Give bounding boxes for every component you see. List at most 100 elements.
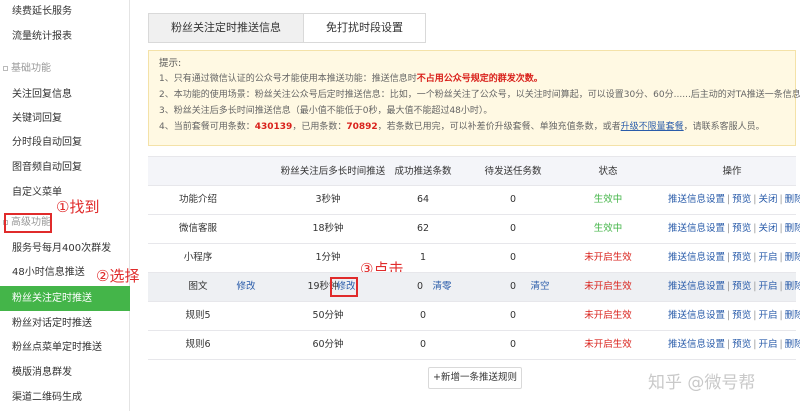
header-pending-tasks: 待发送任务数 xyxy=(484,166,542,177)
push-delay: 1分钟 xyxy=(315,252,341,263)
preview-link[interactable]: 预览 xyxy=(732,281,751,292)
pending-count: 0 xyxy=(509,281,517,292)
push-settings-link[interactable]: 推送信息设置 xyxy=(668,194,725,205)
advanced-highlight-box xyxy=(4,213,52,233)
delete-link[interactable]: 删除 xyxy=(785,223,800,234)
notice-line-1: 1、只有通过微信认证的公众号才能使用本推送功能：推送信息时不占用公众号规定的群发… xyxy=(159,71,785,87)
header-success-count: 成功推送条数 xyxy=(394,166,452,177)
sidebar-group-basic: 基础功能 xyxy=(3,60,51,78)
table-row: 小程序 1分钟 1 0 未开启生效 推送信息设置 | 预览 | 开启 | 删除 xyxy=(148,244,800,273)
table-row: 规则5 50分钟 0 0 未开启生效 推送信息设置 | 预览 | 开启 | 删除 xyxy=(148,302,800,331)
sidebar-item-follow-reply[interactable]: 关注回复信息 xyxy=(12,86,72,104)
success-count: 62 xyxy=(416,223,430,234)
push-settings-link[interactable]: 推送信息设置 xyxy=(668,310,725,321)
add-push-rule-button[interactable]: +新增一条推送规则 xyxy=(428,367,522,389)
sidebar-item-keyword-reply[interactable]: 关键词回复 xyxy=(12,110,62,128)
delete-link[interactable]: 删除 xyxy=(785,194,800,205)
available-count: 430139 xyxy=(254,122,293,132)
pending-count: 0 xyxy=(509,310,517,321)
rule-name: 图文 xyxy=(188,281,208,292)
push-settings-link[interactable]: 推送信息设置 xyxy=(668,339,725,350)
row-actions: 推送信息设置 | 预览 | 关闭 | 删除 xyxy=(668,215,800,243)
sidebar-item-monthly-broadcast[interactable]: 服务号每月400次群发 xyxy=(12,240,111,258)
preview-link[interactable]: 预览 xyxy=(732,252,751,263)
sidebar-item-follow-timed-push-label: 粉丝关注定时推送 xyxy=(12,293,92,304)
status-badge: 未开启生效 xyxy=(584,252,632,263)
status-badge: 未开启生效 xyxy=(584,310,632,321)
toggle-link[interactable]: 开启 xyxy=(758,281,777,292)
tab-do-not-disturb[interactable]: 免打扰时段设置 xyxy=(304,13,426,43)
sidebar-item-channel-qrcode[interactable]: 渠道二维码生成 xyxy=(12,389,82,407)
reset-success-link[interactable]: 清零 xyxy=(428,273,456,301)
clear-pending-link[interactable]: 清空 xyxy=(526,273,554,301)
notice-line-4-d: ，请联系客服人员。 xyxy=(683,122,765,132)
pending-count: 0 xyxy=(509,194,517,205)
notice-line-4-c: ，若条数已用完，可以补差价升级套餐、单独充值条数，或者 xyxy=(377,122,621,132)
toggle-link[interactable]: 开启 xyxy=(758,339,777,350)
table-row: 图文 修改 19秒钟 修改 0 清零 0 清空 未开启生效 推送信息设置 | 预览 |… xyxy=(148,273,800,302)
sidebar-item-follow-timed-push[interactable]: 粉丝关注定时推送 xyxy=(0,286,130,311)
push-delay: 3秒钟 xyxy=(315,194,341,205)
edit-name-link[interactable]: 修改 xyxy=(232,273,260,301)
delete-link[interactable]: 删除 xyxy=(785,281,800,292)
sidebar-item-traffic-report[interactable]: 流量统计报表 xyxy=(12,28,72,46)
success-count: 64 xyxy=(416,194,430,205)
push-settings-link[interactable]: 推送信息设置 xyxy=(668,281,725,292)
toggle-link[interactable]: 关闭 xyxy=(758,194,777,205)
delete-link[interactable]: 删除 xyxy=(785,252,800,263)
sidebar-group-basic-label: 基础功能 xyxy=(11,63,51,74)
tab-bar: 粉丝关注定时推送信息 免打扰时段设置 xyxy=(148,13,426,43)
push-settings-link[interactable]: 推送信息设置 xyxy=(668,223,725,234)
delete-link[interactable]: 删除 xyxy=(785,339,800,350)
table-row: 微信客服 18秒钟 62 0 生效中 推送信息设置 | 预览 | 关闭 | 删除 xyxy=(148,215,800,244)
row-actions: 推送信息设置 | 预览 | 关闭 | 删除 xyxy=(668,186,800,214)
tab-follow-push-info[interactable]: 粉丝关注定时推送信息 xyxy=(148,13,304,43)
status-badge: 生效中 xyxy=(593,194,623,205)
edit-highlight-box xyxy=(330,277,358,297)
upgrade-unlimited-link[interactable]: 升级不限量套餐 xyxy=(621,122,684,132)
push-delay: 50分钟 xyxy=(312,310,344,321)
delete-link[interactable]: 删除 xyxy=(785,310,800,321)
toggle-link[interactable]: 关闭 xyxy=(758,223,777,234)
status-badge: 未开启生效 xyxy=(584,281,632,292)
annotation-find: ①找到 xyxy=(56,198,100,216)
notice-line-2: 2、本功能的使用场景：粉丝关注公众号后定时推送信息：比如，一个粉丝关注了公众号，… xyxy=(159,90,800,100)
toggle-link[interactable]: 开启 xyxy=(758,252,777,263)
notice-line-4: 4、当前套餐可用条数：430139，已用条数：70892，若条数已用完，可以补差… xyxy=(159,119,785,135)
preview-link[interactable]: 预览 xyxy=(732,339,751,350)
sidebar-item-media-reply[interactable]: 图音频自动回复 xyxy=(12,159,82,177)
sidebar-item-48h-push[interactable]: 48小时信息推送 xyxy=(12,264,85,282)
success-count: 0 xyxy=(416,281,424,292)
sidebar-item-template-broadcast[interactable]: 模版消息群发 xyxy=(12,364,72,382)
success-count: 0 xyxy=(419,339,427,350)
sidebar-item-chat-timed-push[interactable]: 粉丝对话定时推送 xyxy=(12,315,92,333)
notice-title: 提示: xyxy=(159,58,182,69)
push-delay: 18秒钟 xyxy=(312,223,344,234)
row-actions: 推送信息设置 | 预览 | 开启 | 删除 xyxy=(668,244,800,272)
table-row: 功能介绍 3秒钟 64 0 生效中 推送信息设置 | 预览 | 关闭 | 删除 xyxy=(148,186,800,215)
push-rules-table: 粉丝关注后多长时间推送 成功推送条数 待发送任务数 状态 操作 功能介绍 3秒钟… xyxy=(148,156,800,360)
sidebar-item-menu-timed-push[interactable]: 粉丝点菜单定时推送 xyxy=(12,339,102,357)
sidebar-item-custom-menu[interactable]: 自定义菜单 xyxy=(12,184,62,202)
notice-line-4-b: ，已用条数： xyxy=(292,122,347,132)
success-count: 1 xyxy=(419,252,427,263)
notice-line-1-emphasis: 不占用公众号规定的群发次数。 xyxy=(416,74,543,84)
notice-line-3: 3、粉丝关注后多长时间推送信息（最小值不能低于0秒，最大值不能超过48小时）。 xyxy=(159,106,493,116)
rule-name: 小程序 xyxy=(183,252,213,263)
sidebar-item-renewal[interactable]: 续费延长服务 xyxy=(12,3,72,21)
notice-line-1-text: 1、只有通过微信认证的公众号才能使用本推送功能：推送信息时 xyxy=(159,74,417,84)
preview-link[interactable]: 预览 xyxy=(732,194,751,205)
toggle-link[interactable]: 开启 xyxy=(758,310,777,321)
push-settings-link[interactable]: 推送信息设置 xyxy=(668,252,725,263)
annotation-select: ②选择 xyxy=(96,267,140,285)
preview-link[interactable]: 预览 xyxy=(732,223,751,234)
preview-link[interactable]: 预览 xyxy=(732,310,751,321)
success-count: 0 xyxy=(419,310,427,321)
row-actions: 推送信息设置 | 预览 | 开启 | 删除 xyxy=(668,331,800,359)
header-status: 状态 xyxy=(598,166,618,177)
push-delay: 60分钟 xyxy=(312,339,344,350)
rule-name: 规则5 xyxy=(185,310,211,321)
sidebar-item-timed-reply[interactable]: 分时段自动回复 xyxy=(12,134,82,152)
table-header: 粉丝关注后多长时间推送 成功推送条数 待发送任务数 状态 操作 xyxy=(148,156,796,186)
table-row: 规则6 60分钟 0 0 未开启生效 推送信息设置 | 预览 | 开启 | 删除 xyxy=(148,331,800,360)
